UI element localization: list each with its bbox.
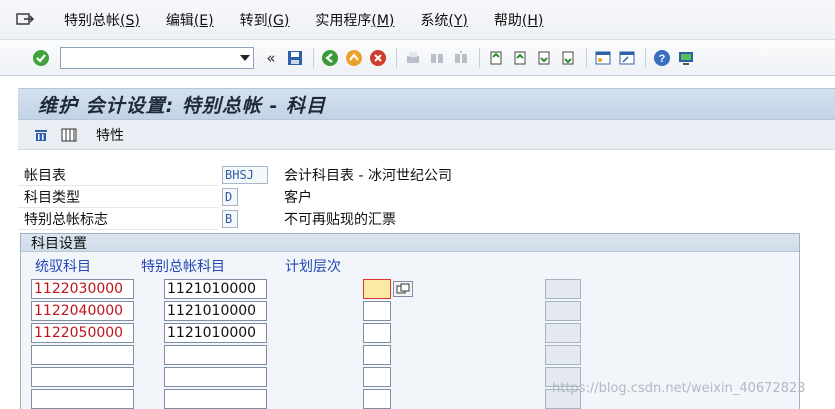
menu-goto[interactable]: 转到(G): [240, 10, 290, 30]
planning-level-input[interactable]: [363, 345, 391, 365]
extra-column-cell[interactable]: [545, 301, 581, 321]
menu-exit-icon[interactable]: [12, 10, 38, 30]
last-page-icon[interactable]: [557, 47, 579, 69]
field-label: 特别总帐标志: [18, 208, 218, 230]
special-gl-account-input[interactable]: 1121010000: [164, 301, 267, 321]
svg-text:?: ?: [659, 53, 666, 65]
menu-bar: 特别总帐(S) 编辑(E) 转到(G) 实用程序(M) 系统(Y) 帮助(H): [0, 0, 835, 40]
standard-toolbar: « ?: [0, 40, 835, 76]
code-field[interactable]: BHSJ: [222, 166, 268, 184]
field-account-type: 科目类型 D 客户: [18, 186, 312, 208]
col-special-gl-account: 特别总帐科目: [141, 259, 225, 275]
watermark: https://blog.csdn.net/weixin_40672823: [552, 381, 806, 396]
recon-account-input[interactable]: 1122040000: [31, 301, 134, 321]
field-description: 客户: [284, 190, 312, 206]
back-icon[interactable]: [319, 47, 341, 69]
special-gl-account-input[interactable]: [164, 367, 267, 387]
application-toolbar: 特性: [18, 120, 835, 150]
toolbar-separator: [396, 47, 397, 68]
field-special-gl-indicator: 特别总帐标志 B 不可再贴现的汇票: [18, 208, 396, 230]
cancel-icon[interactable]: [367, 47, 389, 69]
delete-icon[interactable]: [30, 124, 52, 146]
extra-column-cell[interactable]: [545, 345, 581, 365]
special-gl-account-input[interactable]: 1121010000: [164, 323, 267, 343]
extra-column-cell[interactable]: [545, 279, 581, 299]
toolbar-separator: [586, 47, 587, 68]
col-recon-account: 统驭科目: [35, 259, 91, 275]
code-field[interactable]: B: [222, 210, 238, 228]
exit-icon[interactable]: [343, 47, 365, 69]
find-next-icon[interactable]: [450, 47, 472, 69]
planning-level-input[interactable]: [363, 323, 391, 343]
save-icon[interactable]: [284, 47, 306, 69]
planning-level-input[interactable]: [363, 389, 391, 409]
planning-level-input[interactable]: [363, 301, 391, 321]
menu-system[interactable]: 系统(Y): [420, 10, 467, 30]
command-field[interactable]: [60, 46, 254, 69]
title-bar: 维护 会计设置: 特别总帐 - 科目: [18, 88, 835, 120]
col-planning-level: 计划层次: [285, 259, 341, 275]
recon-account-input[interactable]: [31, 389, 134, 409]
recon-account-input[interactable]: [31, 345, 134, 365]
field-description: 会计科目表 - 冰河世纪公司: [284, 168, 452, 184]
toolbar-separator: [645, 47, 646, 68]
page-title: 维护 会计设置: 特别总帐 - 科目: [38, 94, 326, 117]
menu-utilities[interactable]: 实用程序(M): [315, 10, 394, 30]
next-page-icon[interactable]: [533, 47, 555, 69]
menu-help[interactable]: 帮助(H): [494, 10, 543, 30]
find-icon[interactable]: [426, 47, 448, 69]
shortcut-icon[interactable]: [616, 47, 638, 69]
field-description: 不可再贴现的汇票: [284, 212, 396, 228]
field-label: 科目类型: [18, 186, 218, 208]
menu-edit[interactable]: 编辑(E): [166, 10, 214, 30]
new-session-icon[interactable]: [592, 47, 614, 69]
layout-icon[interactable]: [675, 47, 697, 69]
planning-level-input[interactable]: [363, 279, 391, 299]
field-label: 帐目表: [18, 164, 218, 186]
toolbar-separator: [479, 47, 480, 68]
group-title: 科目设置: [21, 234, 799, 252]
special-gl-account-input[interactable]: [164, 345, 267, 365]
code-field[interactable]: D: [222, 188, 238, 206]
collapse-icon[interactable]: «: [260, 47, 282, 69]
menu-special-gl[interactable]: 特别总帐(S): [64, 10, 140, 30]
enter-icon[interactable]: [30, 47, 52, 69]
special-gl-account-input[interactable]: 1121010000: [164, 279, 267, 299]
table-icon[interactable]: [58, 124, 80, 146]
recon-account-input[interactable]: 1122030000: [31, 279, 134, 299]
first-page-icon[interactable]: [485, 47, 507, 69]
print-icon[interactable]: [402, 47, 424, 69]
extra-column-cell[interactable]: [545, 323, 581, 343]
toolbar-separator: [313, 47, 314, 68]
recon-account-input[interactable]: 1122050000: [31, 323, 134, 343]
prev-page-icon[interactable]: [509, 47, 531, 69]
help-icon[interactable]: ?: [651, 47, 673, 69]
planning-level-input[interactable]: [363, 367, 391, 387]
chevron-down-icon[interactable]: [237, 48, 253, 68]
properties-button[interactable]: 特性: [96, 125, 124, 145]
field-chart-of-accounts: 帐目表 BHSJ 会计科目表 - 冰河世纪公司: [18, 164, 452, 186]
recon-account-input[interactable]: [31, 367, 134, 387]
value-help-icon[interactable]: [393, 281, 413, 297]
special-gl-account-input[interactable]: [164, 389, 267, 409]
